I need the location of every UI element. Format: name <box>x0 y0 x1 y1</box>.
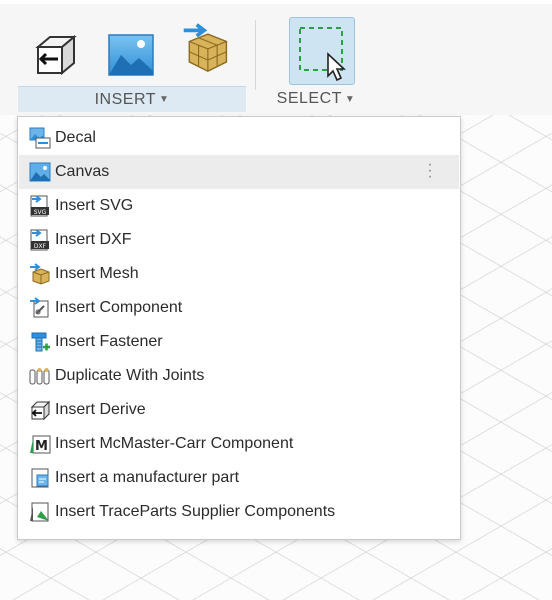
dxf-icon: DXF <box>29 229 51 251</box>
svg-icon: SVG <box>29 195 51 217</box>
insert-dropdown-menu: Decal Canvas · · · SVG Insert SVG DXF Inse… <box>17 116 461 540</box>
menu-item-label: Insert Component <box>55 299 183 316</box>
menu-item-duplicate-with-joints[interactable]: Duplicate With Joints <box>19 359 459 393</box>
toolbar-divider <box>255 20 256 90</box>
insert-menu-button[interactable]: INSERT ▼ <box>18 86 246 112</box>
menu-item-label: Insert McMaster-Carr Component <box>55 435 294 452</box>
menu-item-insert-svg[interactable]: SVG Insert SVG <box>19 189 459 223</box>
insert-label: INSERT <box>94 90 156 108</box>
canvas-icon[interactable] <box>104 28 156 80</box>
canvas-icon <box>29 161 51 183</box>
menu-item-label: Insert Mesh <box>55 265 139 282</box>
mcmaster-icon: M <box>29 433 51 455</box>
svg-text:DXF: DXF <box>34 243 47 250</box>
menu-item-label: Decal <box>55 129 96 146</box>
menu-item-label: Insert DXF <box>55 231 132 248</box>
component-icon <box>29 297 51 319</box>
caret-down-icon: ▼ <box>158 94 170 105</box>
fastener-icon <box>29 331 51 353</box>
select-tool-button[interactable] <box>289 17 355 85</box>
menu-item-insert-traceparts[interactable]: Insert TraceParts Supplier Components <box>19 495 459 529</box>
menu-item-decal[interactable]: Decal <box>19 121 459 155</box>
toolbar: INSERT ▼ SELECT ▼ <box>0 0 552 115</box>
insert-mesh-icon[interactable] <box>180 22 232 74</box>
more-options-icon[interactable]: · · · <box>427 157 433 185</box>
menu-item-label: Canvas <box>55 163 110 180</box>
menu-item-label: Insert SVG <box>55 197 134 214</box>
menu-item-canvas[interactable]: Canvas · · · <box>19 155 459 189</box>
svg-text:M: M <box>35 439 48 454</box>
menu-item-insert-mcmaster-carr[interactable]: M Insert McMaster-Carr Component <box>19 427 459 461</box>
svg-text:SVG: SVG <box>34 209 47 216</box>
menu-item-label: Insert Fastener <box>55 333 163 350</box>
select-menu-button[interactable]: SELECT ▼ <box>260 86 372 112</box>
select-label: SELECT <box>276 90 342 107</box>
caret-down-icon: ▼ <box>344 93 356 105</box>
menu-item-label: Duplicate With Joints <box>55 367 205 384</box>
menu-item-insert-dxf[interactable]: DXF Insert DXF <box>19 223 459 257</box>
menu-item-label: Insert TraceParts Supplier Components <box>55 503 336 520</box>
menu-item-insert-fastener[interactable]: Insert Fastener <box>19 325 459 359</box>
derive-icon <box>29 399 51 421</box>
menu-item-insert-mesh[interactable]: Insert Mesh <box>19 257 459 291</box>
decal-icon <box>29 127 51 149</box>
menu-item-insert-component[interactable]: Insert Component <box>19 291 459 325</box>
manufacturer-part-icon <box>29 467 51 489</box>
traceparts-icon <box>29 501 51 523</box>
duplicate-joints-icon <box>29 365 51 387</box>
menu-item-insert-manufacturer-part[interactable]: Insert a manufacturer part <box>19 461 459 495</box>
mesh-icon <box>29 263 51 285</box>
menu-item-label: Insert Derive <box>55 401 146 418</box>
derive-icon[interactable] <box>28 28 80 80</box>
menu-item-insert-derive[interactable]: Insert Derive <box>19 393 459 427</box>
menu-item-label: Insert a manufacturer part <box>55 469 240 486</box>
